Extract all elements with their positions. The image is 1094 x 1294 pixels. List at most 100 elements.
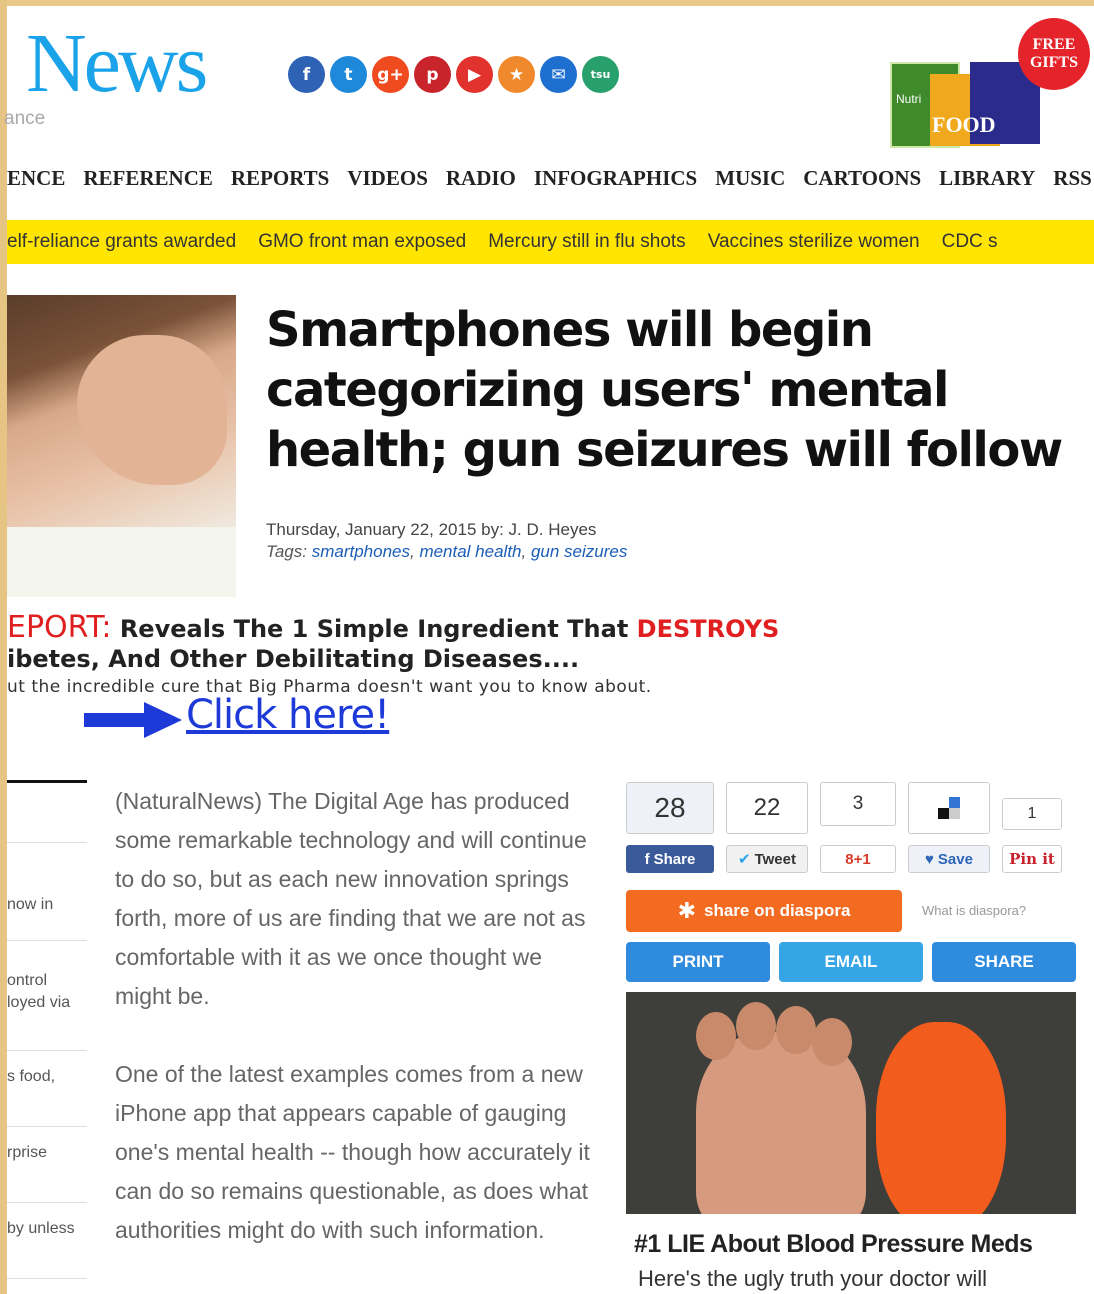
- tag-link[interactable]: gun seizures: [531, 542, 627, 561]
- nav-item-reports[interactable]: REPORTS: [231, 166, 329, 196]
- photo-hand: [77, 335, 227, 485]
- sidebar-divider: [7, 1202, 87, 1203]
- news-ticker: elf-reliance grants awarded GMO front ma…: [7, 220, 1094, 264]
- facebook-share-button[interactable]: f Share: [626, 845, 714, 873]
- nav-item-music[interactable]: MUSIC: [715, 166, 785, 196]
- ad-image-toe: [812, 1018, 852, 1066]
- save-label: Save: [937, 850, 973, 868]
- facebook-share-label: Share: [653, 850, 696, 868]
- report-destroys: DESTROYS: [636, 615, 780, 643]
- youtube-icon[interactable]: ▶: [456, 56, 493, 93]
- ad-image-toe: [736, 1002, 776, 1050]
- facebook-share-count: 28: [626, 782, 714, 834]
- ticker-link[interactable]: GMO front man exposed: [258, 231, 466, 253]
- nav-item[interactable]: ENCE: [7, 166, 65, 196]
- twitter-icon[interactable]: t: [330, 56, 367, 93]
- nav-item-library[interactable]: LIBRARY: [939, 166, 1035, 196]
- ad-headline[interactable]: #1 LIE About Blood Pressure Meds: [634, 1230, 1033, 1259]
- sidebar-link[interactable]: loyed via: [7, 994, 70, 1012]
- ticker-link[interactable]: Mercury still in flu shots: [488, 231, 685, 253]
- sidebar-divider: [7, 842, 87, 843]
- ticker-link[interactable]: Vaccines sterilize women: [708, 231, 920, 253]
- arrow-right-icon: [84, 702, 182, 738]
- tweet-label: Tweet: [754, 850, 796, 868]
- delicious-save-button[interactable]: ♥ Save: [908, 845, 990, 873]
- main-nav: ENCE REFERENCE REPORTS VIDEOS RADIO INFO…: [7, 166, 1094, 196]
- facebook-icon: f: [644, 850, 650, 868]
- free-gifts-badge[interactable]: FREE GIFTS: [1018, 18, 1090, 90]
- ad-image-toe: [696, 1012, 736, 1060]
- nav-item-rss[interactable]: RSS: [1053, 166, 1092, 196]
- share-button[interactable]: SHARE: [932, 942, 1076, 982]
- asterisk-icon: ✱: [677, 898, 696, 923]
- google-plus-icon[interactable]: g+: [372, 56, 409, 93]
- product-box-label: Nutri: [896, 92, 922, 106]
- sidebar-link[interactable]: now in: [7, 896, 53, 914]
- sidebar-link[interactable]: rprise: [7, 1144, 47, 1162]
- sidebar-divider: [7, 940, 87, 941]
- tag-link[interactable]: smartphones: [312, 542, 410, 561]
- tweet-button[interactable]: ✔ Tweet: [726, 845, 808, 873]
- page-border-top: [0, 0, 1094, 6]
- ad-image-carrot: [876, 1022, 1006, 1214]
- article-body: (NaturalNews) The Digital Age has produc…: [115, 782, 600, 1289]
- report-ad-line2: ibetes, And Other Debilitating Diseases.…: [7, 645, 580, 673]
- site-logo[interactable]: News: [26, 22, 208, 106]
- nav-item-videos[interactable]: VIDEOS: [347, 166, 428, 196]
- delicious-icon: [938, 797, 960, 819]
- tag-link[interactable]: mental health: [419, 542, 521, 561]
- article-headline: Smartphones will begin categorizing user…: [266, 302, 1063, 478]
- gplus-button[interactable]: 8+1: [820, 845, 896, 873]
- photo-shirt: [7, 527, 236, 597]
- free-gifts-promo[interactable]: Nutri FOOD FREE GIFTS: [870, 18, 1092, 148]
- ad-subtitle[interactable]: Here's the ugly truth your doctor will: [638, 1266, 987, 1292]
- delicious-share-count: [908, 782, 990, 834]
- what-is-diaspora-link[interactable]: What is diaspora?: [922, 903, 1026, 918]
- tags-label: Tags:: [266, 542, 307, 561]
- twitter-share-count: 22: [726, 782, 808, 834]
- sidebar-link[interactable]: s food,: [7, 1068, 55, 1086]
- page-border-left: [0, 0, 7, 1294]
- social-icon-bar: f t g+ p ▶ ★ ✉ tsu: [288, 56, 619, 93]
- ad-image-toe: [776, 1006, 816, 1054]
- sidebar-link[interactable]: ontrol: [7, 972, 47, 990]
- report-ad-line1: EPORT: Reveals The 1 Simple Ingredient T…: [7, 610, 779, 645]
- report-text: Reveals The 1 Simple Ingredient That: [119, 615, 629, 643]
- sidebar-link[interactable]: by unless: [7, 1220, 75, 1238]
- nav-item-infographics[interactable]: INFOGRAPHICS: [534, 166, 697, 196]
- pinterest-icon[interactable]: p: [414, 56, 451, 93]
- sidebar-rule: [7, 780, 87, 783]
- article-photo: [7, 295, 236, 597]
- click-here-link[interactable]: Click here!: [186, 692, 390, 738]
- email-icon[interactable]: ✉: [540, 56, 577, 93]
- nav-item-radio[interactable]: RADIO: [446, 166, 516, 196]
- tsu-icon[interactable]: tsu: [582, 56, 619, 93]
- nav-item-reference[interactable]: REFERENCE: [83, 166, 213, 196]
- facebook-icon[interactable]: f: [288, 56, 325, 93]
- nav-item-cartoons[interactable]: CARTOONS: [803, 166, 921, 196]
- report-colon: :: [101, 610, 112, 645]
- article-paragraph: (NaturalNews) The Digital Age has produc…: [115, 788, 587, 1009]
- email-button[interactable]: EMAIL: [779, 942, 923, 982]
- sidebar-divider: [7, 1278, 87, 1279]
- gplus-share-count: 3: [820, 782, 896, 826]
- article-tags: Tags: smartphones, mental health, gun se…: [266, 542, 628, 561]
- blood-pressure-ad-image[interactable]: [626, 992, 1076, 1214]
- ticker-link[interactable]: CDC s: [942, 231, 998, 253]
- article-paragraph: One of the latest examples comes from a …: [115, 1061, 590, 1243]
- sidebar-divider: [7, 1050, 87, 1051]
- heart-icon: ♥: [925, 850, 934, 868]
- food-label: FOOD: [932, 112, 996, 137]
- diaspora-label: share on diaspora: [704, 901, 851, 920]
- report-label: EPORT: [7, 610, 102, 645]
- pin-it-button[interactable]: Pin it: [1002, 845, 1062, 873]
- site-logo-subtitle: ance: [4, 108, 46, 129]
- article-byline: Thursday, January 22, 2015 by: J. D. Hey…: [266, 520, 597, 539]
- print-button[interactable]: PRINT: [626, 942, 770, 982]
- share-on-diaspora-button[interactable]: ✱ share on diaspora: [626, 890, 902, 932]
- twitter-bird-icon: ✔: [738, 851, 751, 868]
- sidebar-divider: [7, 1126, 87, 1127]
- ticker-link[interactable]: elf-reliance grants awarded: [7, 231, 236, 253]
- pinterest-share-count: 1: [1002, 798, 1062, 830]
- star-icon[interactable]: ★: [498, 56, 535, 93]
